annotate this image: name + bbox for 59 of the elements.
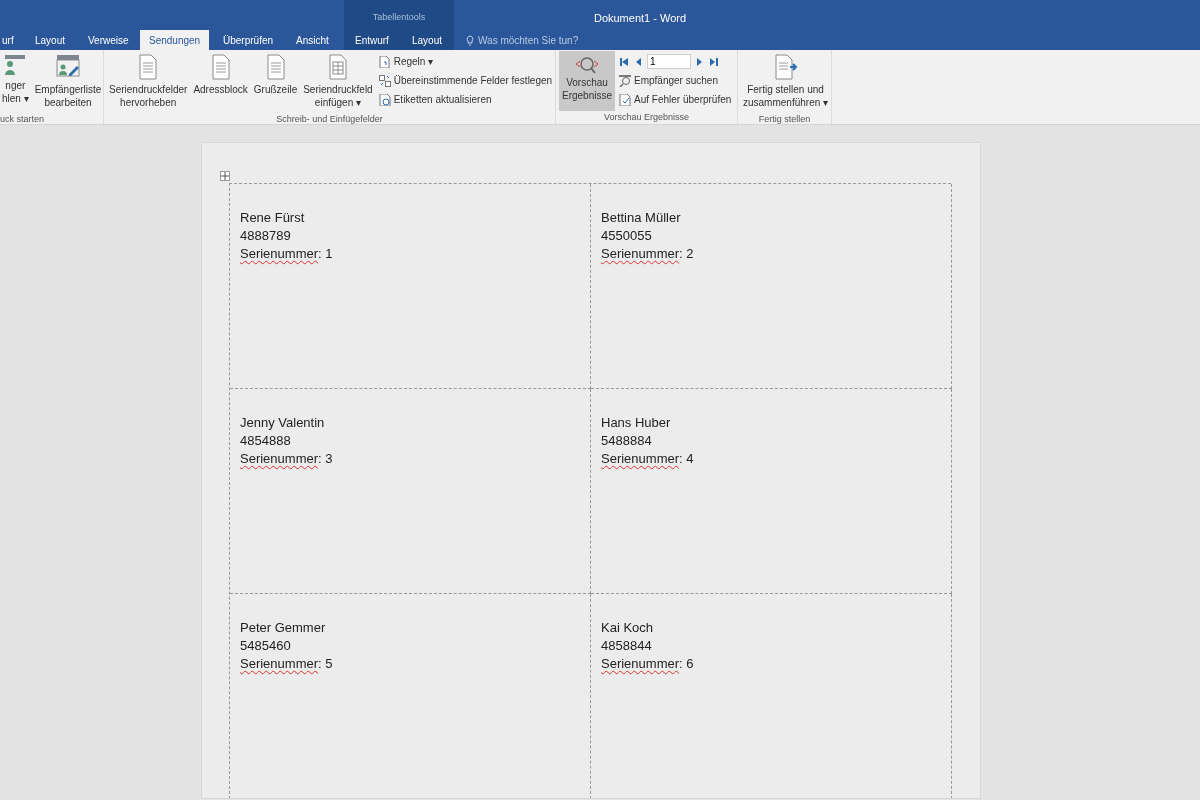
serial-number-line: Serienummer: 1: [240, 245, 333, 263]
ribbon-button[interactable]: Seriendruckfeld einfügen ▾: [301, 51, 375, 113]
ribbon-button[interactable]: nger hlen ▾: [0, 51, 31, 113]
preview-results-button[interactable]: Vorschau Ergebnisse: [559, 51, 616, 111]
ribbon-button[interactable]: Fertig stellen und zusammenführen ▾: [741, 51, 831, 113]
context-label: Tabellentools: [371, 11, 427, 24]
group-label: Schreib- und Einfügefelder: [275, 113, 384, 124]
window-title: Dokument1 - Word: [592, 11, 688, 26]
placeholder-text: Was möchten Sie tun?: [478, 33, 579, 48]
recipient-number: 4854888: [240, 432, 291, 450]
recipient-name: Kai Koch: [601, 619, 654, 637]
recipient-name: Rene Fürst: [240, 209, 305, 227]
recipient-number: 4858844: [601, 637, 652, 655]
ribbon-button[interactable]: Empfängerliste bearbeiten: [32, 51, 103, 113]
ribbon-tab[interactable]: Entwurf: [355, 30, 389, 50]
ribbon-tab[interactable]: Sendungen: [140, 30, 210, 50]
serial-number-line: Serienummer: 3: [240, 450, 333, 468]
recipient-number: 4888789: [240, 227, 291, 245]
squares-icon: [378, 74, 391, 87]
ribbon-tab[interactable]: Verweise: [88, 30, 129, 50]
recipient-name: Peter Gemmer: [240, 619, 326, 637]
tell-me-field[interactable]: Was möchten Sie tun?: [466, 30, 579, 50]
ribbon-command[interactable]: Empfänger suchen: [619, 71, 732, 90]
record-number-field[interactable]: 1: [647, 54, 692, 69]
people-icon: [3, 54, 28, 76]
recipient-number: 5488884: [601, 432, 652, 450]
search-icon: [619, 74, 632, 87]
ribbon-tab[interactable]: Layout: [35, 30, 66, 50]
ribbon-button[interactable]: Adressblock: [191, 51, 250, 113]
serial-number-line: Serienummer: 4: [601, 450, 694, 468]
recipient-name: Jenny Valentin: [240, 414, 325, 432]
lightbulb-icon: [466, 34, 474, 46]
document-arrow-icon: [773, 54, 798, 80]
ribbon-tab[interactable]: Layout: [412, 30, 443, 50]
ribbon-button[interactable]: Seriendruckfelder hervorheben: [107, 51, 190, 113]
serial-number-line: Serienummer: 5: [240, 655, 333, 673]
group-label: Fertig stellen: [757, 113, 812, 124]
ribbon-button[interactable]: Grußzeile: [251, 51, 300, 113]
ribbon-command[interactable]: Auf Fehler überprüfen: [619, 90, 732, 109]
ribbon-command[interactable]: Regeln ▾: [378, 52, 553, 71]
ribbon-tab[interactable]: Ansicht: [296, 30, 329, 50]
ribbon-command[interactable]: Übereinstimmende Felder festlegen: [378, 71, 553, 90]
document-check-icon: [619, 93, 632, 106]
list-pencil-icon: [56, 54, 81, 80]
recipient-name: Hans Huber: [601, 414, 671, 432]
ribbon-tab[interactable]: Überprüfen: [223, 30, 274, 50]
magnifier-icon: [573, 54, 601, 76]
first-record-icon[interactable]: [619, 56, 630, 67]
serial-number-line: Serienummer: 2: [601, 245, 694, 263]
ribbon-command[interactable]: Etiketten aktualisieren: [378, 90, 553, 109]
serial-number-line: Serienummer: 6: [601, 655, 694, 673]
last-record-icon[interactable]: [709, 56, 720, 67]
recipient-number: 5485460: [240, 637, 291, 655]
ribbon-tab[interactable]: urf: [2, 30, 14, 50]
group-label: uck starten: [0, 113, 46, 124]
group-label: Vorschau Ergebnisse: [602, 111, 691, 124]
table-move-handle[interactable]: [220, 171, 230, 181]
recipient-name: Bettina Müller: [601, 209, 681, 227]
recipient-number: 4550055: [601, 227, 652, 245]
